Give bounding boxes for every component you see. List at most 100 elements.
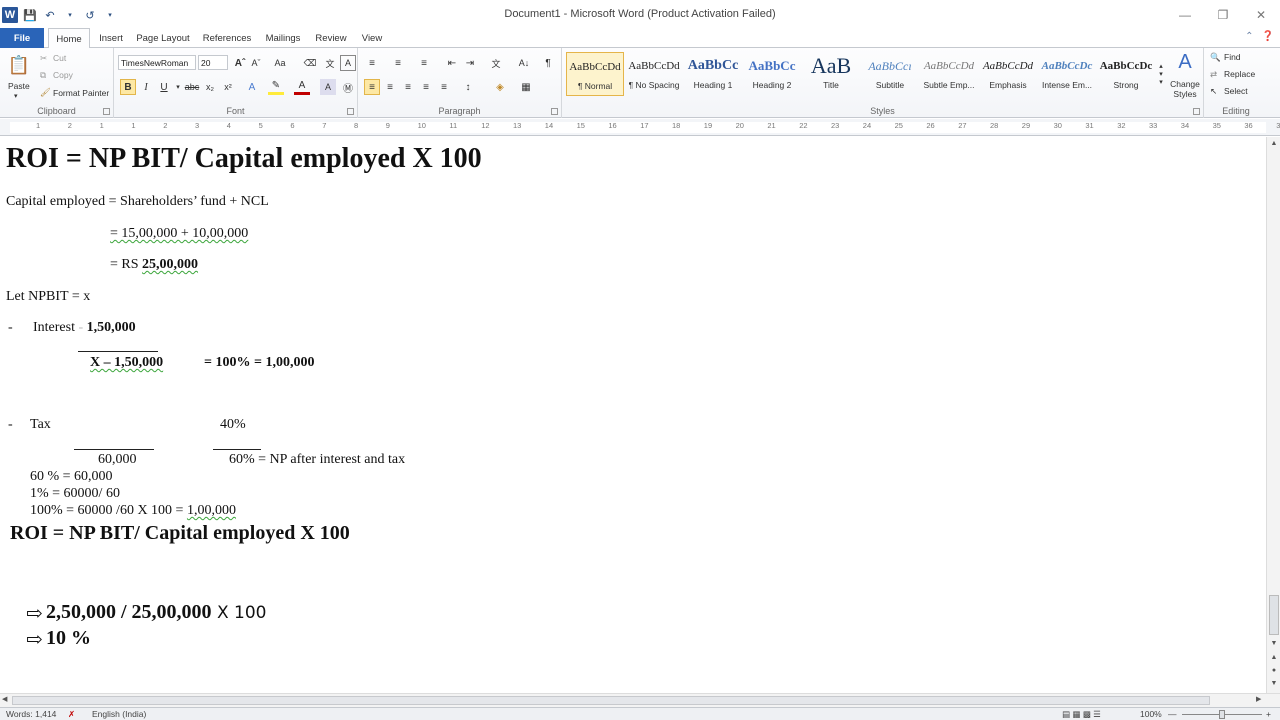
- distributed-icon[interactable]: ≡: [436, 79, 452, 95]
- align-right-icon[interactable]: ≡: [400, 79, 416, 95]
- strikethrough-icon[interactable]: abc: [184, 79, 200, 95]
- style-emphasis[interactable]: AaBbCcDd Emphasis: [979, 52, 1037, 96]
- decrease-indent-icon[interactable]: ⇤: [444, 55, 460, 71]
- subscript-icon[interactable]: x₂: [202, 79, 218, 95]
- scroll-down-icon[interactable]: ▼: [1267, 637, 1280, 649]
- tab-insert[interactable]: Insert: [96, 28, 126, 48]
- text-effects-icon[interactable]: A: [244, 79, 260, 95]
- show-formatting-icon[interactable]: ¶: [540, 55, 556, 71]
- sort-icon[interactable]: A↓: [516, 55, 532, 71]
- style-heading-2[interactable]: AaBbCc Heading 2: [743, 52, 801, 96]
- tab-review[interactable]: Review: [314, 28, 348, 48]
- horizontal-ruler[interactable]: 1 2 1 1 2 3 4 5 6 7 8 9 10 11 12 13 14 15 16 17 18 19 20 21 22 23…: [0, 119, 1280, 136]
- find-label[interactable]: Find: [1224, 52, 1241, 62]
- style-title[interactable]: AaB Title: [802, 52, 860, 96]
- font-launcher-icon[interactable]: [347, 108, 354, 115]
- style-heading-1[interactable]: AaBbCc Heading 1: [684, 52, 742, 96]
- tab-home[interactable]: Home: [48, 28, 90, 49]
- line-spacing-icon[interactable]: ↕: [460, 79, 476, 95]
- paste-icon[interactable]: 📋: [6, 52, 32, 78]
- copy-icon[interactable]: ⧉: [40, 70, 46, 81]
- font-name-combo[interactable]: TimesNewRoman: [118, 55, 196, 70]
- restore-icon[interactable]: ❐: [1204, 4, 1242, 26]
- previous-page-icon[interactable]: ▲: [1267, 651, 1280, 663]
- styles-gallery-scroll-icon[interactable]: ▴ ▾ ▾: [1156, 52, 1166, 96]
- grow-font-icon[interactable]: Aˆ: [232, 55, 248, 71]
- style-subtle-emphasis[interactable]: AaBbCcDd Subtle Emp...: [920, 52, 978, 96]
- multilevel-list-icon[interactable]: ≡: [416, 55, 432, 71]
- shading-icon[interactable]: ◈: [492, 79, 508, 95]
- zoom-in-icon[interactable]: +: [1266, 709, 1271, 719]
- copy-label[interactable]: Copy: [53, 70, 73, 80]
- paste-label[interactable]: Paste: [8, 81, 30, 91]
- tab-references[interactable]: References: [200, 28, 254, 48]
- italic-icon[interactable]: I: [138, 79, 154, 95]
- close-icon[interactable]: ✕: [1242, 4, 1280, 26]
- character-shading-icon[interactable]: A: [320, 79, 336, 95]
- format-painter-label[interactable]: Format Painter: [53, 88, 109, 98]
- change-styles-label[interactable]: Change Styles: [1168, 79, 1202, 99]
- zoom-out-icon[interactable]: —: [1168, 709, 1177, 719]
- style-no-spacing[interactable]: AaBbCcDd ¶ No Spacing: [625, 52, 683, 96]
- asian-layout-icon[interactable]: 文: [488, 55, 504, 71]
- vertical-scroll-thumb[interactable]: [1269, 595, 1279, 635]
- language-indicator[interactable]: English (India): [92, 709, 146, 719]
- style-intense-emphasis[interactable]: AaBbCcDc Intense Em...: [1038, 52, 1096, 96]
- next-page-icon[interactable]: ▼: [1267, 677, 1280, 689]
- tab-mailings[interactable]: Mailings: [262, 28, 304, 48]
- paste-dropdown-icon[interactable]: ▾: [14, 92, 18, 100]
- view-buttons[interactable]: ▤ ▦ ▩ ☰: [1062, 709, 1101, 720]
- shrink-font-icon[interactable]: Aˇ: [248, 55, 264, 71]
- replace-icon[interactable]: ⇄: [1210, 69, 1217, 80]
- bold-icon[interactable]: B: [120, 79, 136, 95]
- zoom-level[interactable]: 100%: [1140, 709, 1162, 719]
- align-center-icon[interactable]: ≡: [382, 79, 398, 95]
- bullets-icon[interactable]: ≡: [364, 55, 380, 71]
- tab-page-layout[interactable]: Page Layout: [134, 28, 192, 48]
- borders-icon[interactable]: ▦: [518, 79, 534, 95]
- highlight-icon[interactable]: ✎: [268, 79, 284, 95]
- scroll-left-icon[interactable]: ◀: [2, 695, 7, 703]
- paragraph-launcher-icon[interactable]: [551, 108, 558, 115]
- style-strong[interactable]: AaBbCcDc Strong: [1097, 52, 1155, 96]
- replace-label[interactable]: Replace: [1224, 69, 1255, 79]
- font-color-icon[interactable]: A: [294, 79, 310, 95]
- find-icon[interactable]: 🔍: [1210, 52, 1221, 63]
- vertical-scrollbar[interactable]: ▲ ▼ ▲ ● ▼: [1266, 137, 1280, 693]
- minimize-ribbon-icon[interactable]: ⌃: [1245, 31, 1253, 42]
- select-browse-object-icon[interactable]: ●: [1267, 664, 1280, 676]
- character-border-icon[interactable]: A: [340, 55, 356, 71]
- increase-indent-icon[interactable]: ⇥: [462, 55, 478, 71]
- zoom-slider-thumb[interactable]: [1219, 710, 1225, 719]
- select-icon[interactable]: ↖: [1210, 86, 1217, 97]
- change-case-icon[interactable]: Aa: [272, 55, 288, 71]
- word-count[interactable]: Words: 1,414: [6, 709, 56, 719]
- change-styles-icon[interactable]: A: [1172, 51, 1198, 73]
- phonetic-guide-icon[interactable]: 文: [322, 55, 338, 71]
- clipboard-launcher-icon[interactable]: [103, 108, 110, 115]
- select-label[interactable]: Select: [1224, 86, 1248, 96]
- justify-icon[interactable]: ≡: [418, 79, 434, 95]
- cut-label[interactable]: Cut: [53, 53, 66, 63]
- help-icon[interactable]: ❓: [1262, 31, 1274, 42]
- cut-icon[interactable]: ✂: [40, 53, 47, 64]
- horizontal-scrollbar[interactable]: ◀ ▶: [0, 693, 1280, 707]
- font-size-combo[interactable]: 20: [198, 55, 228, 70]
- align-left-icon[interactable]: ≡: [364, 79, 380, 95]
- horizontal-scroll-thumb[interactable]: [12, 696, 1210, 705]
- clear-formatting-icon[interactable]: ⌫: [302, 55, 318, 71]
- superscript-icon[interactable]: x²: [220, 79, 236, 95]
- style-subtitle[interactable]: AaBbCcı Subtitle: [861, 52, 919, 96]
- enclose-characters-icon[interactable]: Ⓜ: [340, 79, 356, 95]
- proofing-error-icon[interactable]: ✗: [68, 709, 75, 720]
- numbering-icon[interactable]: ≡: [390, 55, 406, 71]
- format-painter-icon[interactable]: 🖌: [40, 87, 51, 98]
- document-page[interactable]: ROI = NP BIT/ Capital employed X 100 Cap…: [0, 137, 1266, 693]
- style-normal[interactable]: AaBbCcDd ¶ Normal: [566, 52, 624, 96]
- tab-view[interactable]: View: [358, 28, 386, 48]
- scroll-right-icon[interactable]: ▶: [1256, 695, 1261, 703]
- scroll-up-icon[interactable]: ▲: [1267, 137, 1280, 149]
- tab-file[interactable]: File: [0, 28, 44, 48]
- styles-launcher-icon[interactable]: [1193, 108, 1200, 115]
- minimize-icon[interactable]: —: [1166, 4, 1204, 26]
